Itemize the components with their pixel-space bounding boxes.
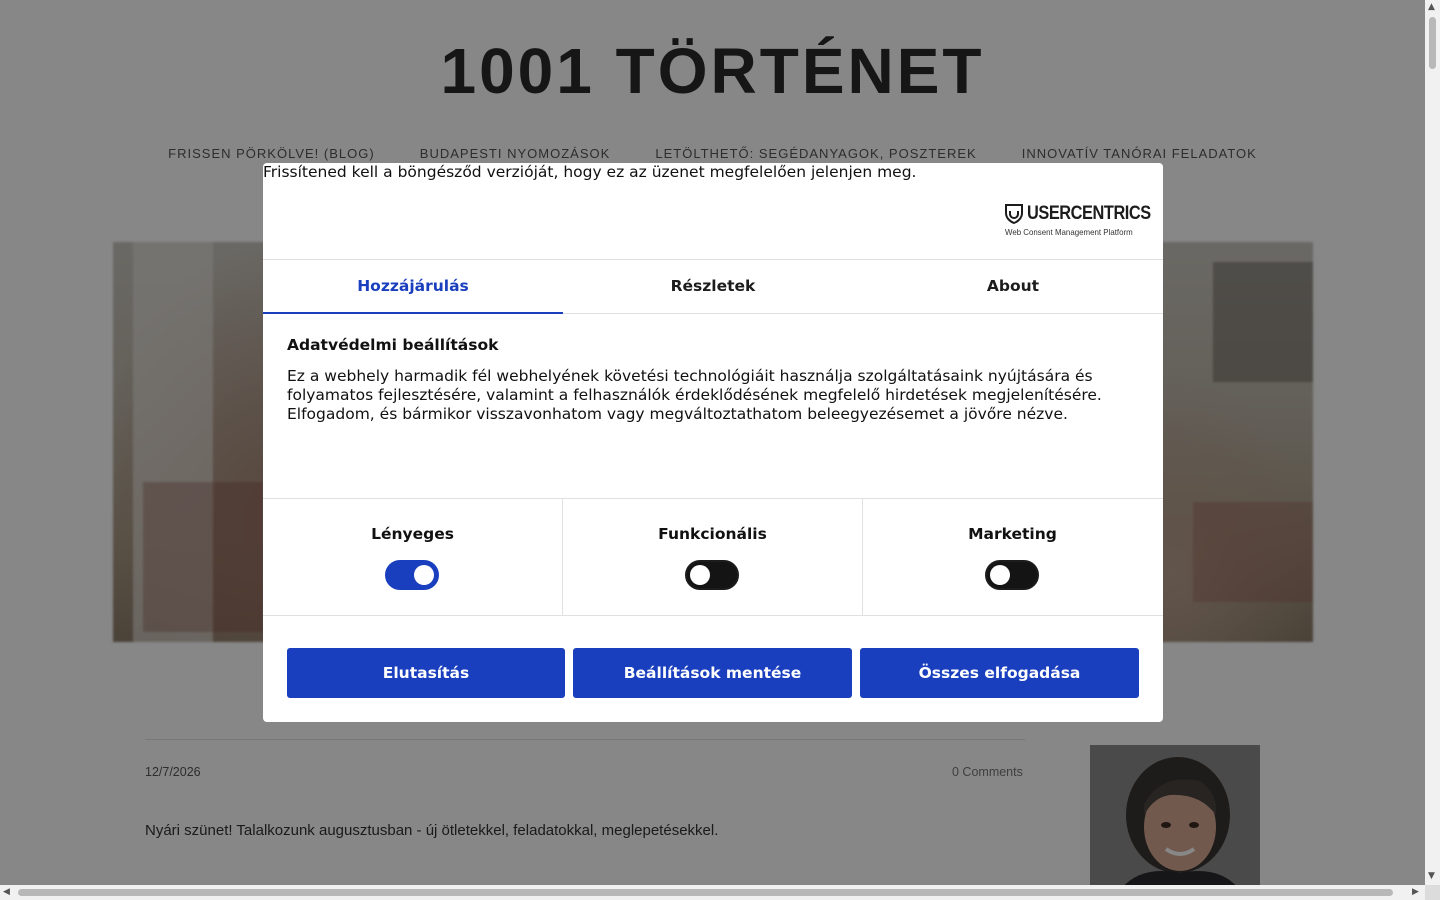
category-lenyeges: Lényeges: [263, 499, 562, 615]
category-marketing: Marketing: [862, 499, 1162, 615]
consent-tabs: Hozzájárulás Részletek About: [263, 259, 1163, 314]
marketing-toggle[interactable]: [985, 560, 1039, 590]
deny-button[interactable]: Elutasítás: [287, 648, 565, 698]
consent-categories: Lényeges Funkcionális Marketing: [263, 498, 1163, 616]
vertical-scroll-thumb[interactable]: [1429, 17, 1436, 69]
scroll-left-icon[interactable]: ◀: [3, 887, 10, 897]
shield-icon: [1005, 204, 1023, 224]
browser-update-warning: Frissítened kell a böngésződ verzióját, …: [263, 163, 917, 181]
logo-tagline: Web Consent Management Platform: [1005, 227, 1133, 237]
scroll-down-icon[interactable]: ▼: [1428, 871, 1435, 881]
vertical-scrollbar[interactable]: ▲ ▼: [1425, 0, 1440, 885]
tab-hozzajarulas[interactable]: Hozzájárulás: [263, 260, 563, 314]
tab-reszletek[interactable]: Részletek: [563, 260, 863, 313]
category-label: Lényeges: [371, 525, 454, 543]
logo-wordmark: USERCENTRICS: [1027, 203, 1151, 224]
save-settings-button[interactable]: Beállítások mentése: [573, 648, 852, 698]
usercentrics-logo: USERCENTRICS Web Consent Management Plat…: [1005, 203, 1151, 239]
lenyeges-toggle[interactable]: [385, 560, 439, 590]
category-funkcionalis: Funkcionális: [562, 499, 862, 615]
accept-all-button[interactable]: Összes elfogadása: [860, 648, 1139, 698]
horizontal-scrollbar[interactable]: ◀ ▶: [0, 885, 1425, 900]
scroll-up-icon[interactable]: ▲: [1428, 2, 1435, 12]
category-label: Funkcionális: [658, 525, 767, 543]
category-label: Marketing: [968, 525, 1057, 543]
privacy-settings-title: Adatvédelmi beállítások: [287, 336, 499, 354]
scrollbar-corner: [1425, 885, 1440, 900]
tab-about[interactable]: About: [863, 260, 1163, 313]
scroll-right-icon[interactable]: ▶: [1412, 887, 1419, 897]
consent-dialog: Frissítened kell a böngésződ verzióját, …: [263, 163, 1163, 722]
privacy-settings-text: Ez a webhely harmadik fél webhelyének kö…: [287, 367, 1102, 423]
funkcionalis-toggle[interactable]: [685, 560, 739, 590]
horizontal-scroll-thumb[interactable]: [18, 889, 1393, 896]
